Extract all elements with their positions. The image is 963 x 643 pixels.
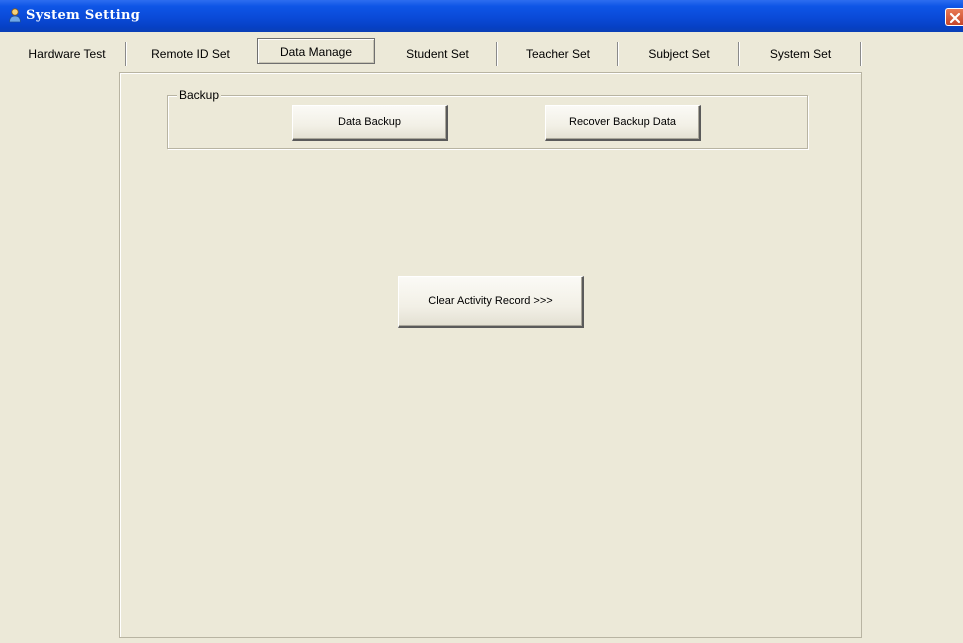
tab-separator [860, 42, 862, 66]
data-backup-button[interactable]: Data Backup [292, 105, 448, 141]
tab-remote-id-set[interactable]: Remote ID Set [128, 42, 253, 66]
close-button[interactable] [945, 8, 963, 26]
backup-groupbox: Backup Data Backup Recover Backup Data [167, 87, 808, 149]
tab-subject-set[interactable]: Subject Set [619, 42, 740, 66]
window-title: System Setting [26, 8, 141, 23]
user-icon [8, 8, 22, 23]
tab-strip: Hardware Test Remote ID Set Data Manage … [0, 32, 963, 72]
tab-label: System Set [769, 47, 832, 61]
system-setting-window: System Setting Hardware Test Remote ID S… [0, 0, 963, 643]
tab-data-manage[interactable]: Data Manage [257, 38, 375, 64]
tab-separator [125, 42, 127, 66]
tab-label: Hardware Test [28, 47, 106, 61]
close-icon [949, 12, 961, 24]
tab-label: Data Manage [279, 45, 353, 59]
tab-student-set[interactable]: Student Set [378, 42, 498, 66]
tab-label: Remote ID Set [151, 47, 230, 61]
tab-system-set[interactable]: System Set [740, 42, 862, 66]
tab-label: Subject Set [648, 47, 710, 61]
tab-hardware-test[interactable]: Hardware Test [8, 42, 127, 66]
tab-label: Student Set [406, 47, 469, 61]
data-manage-panel: Backup Data Backup Recover Backup Data C… [119, 72, 862, 638]
clear-activity-record-button[interactable]: Clear Activity Record >>> [398, 276, 584, 328]
title-bar[interactable]: System Setting [0, 0, 963, 32]
backup-legend: Backup [177, 87, 222, 103]
tab-teacher-set[interactable]: Teacher Set [498, 42, 619, 66]
recover-backup-data-button[interactable]: Recover Backup Data [545, 105, 701, 141]
tab-label: Teacher Set [525, 47, 591, 61]
